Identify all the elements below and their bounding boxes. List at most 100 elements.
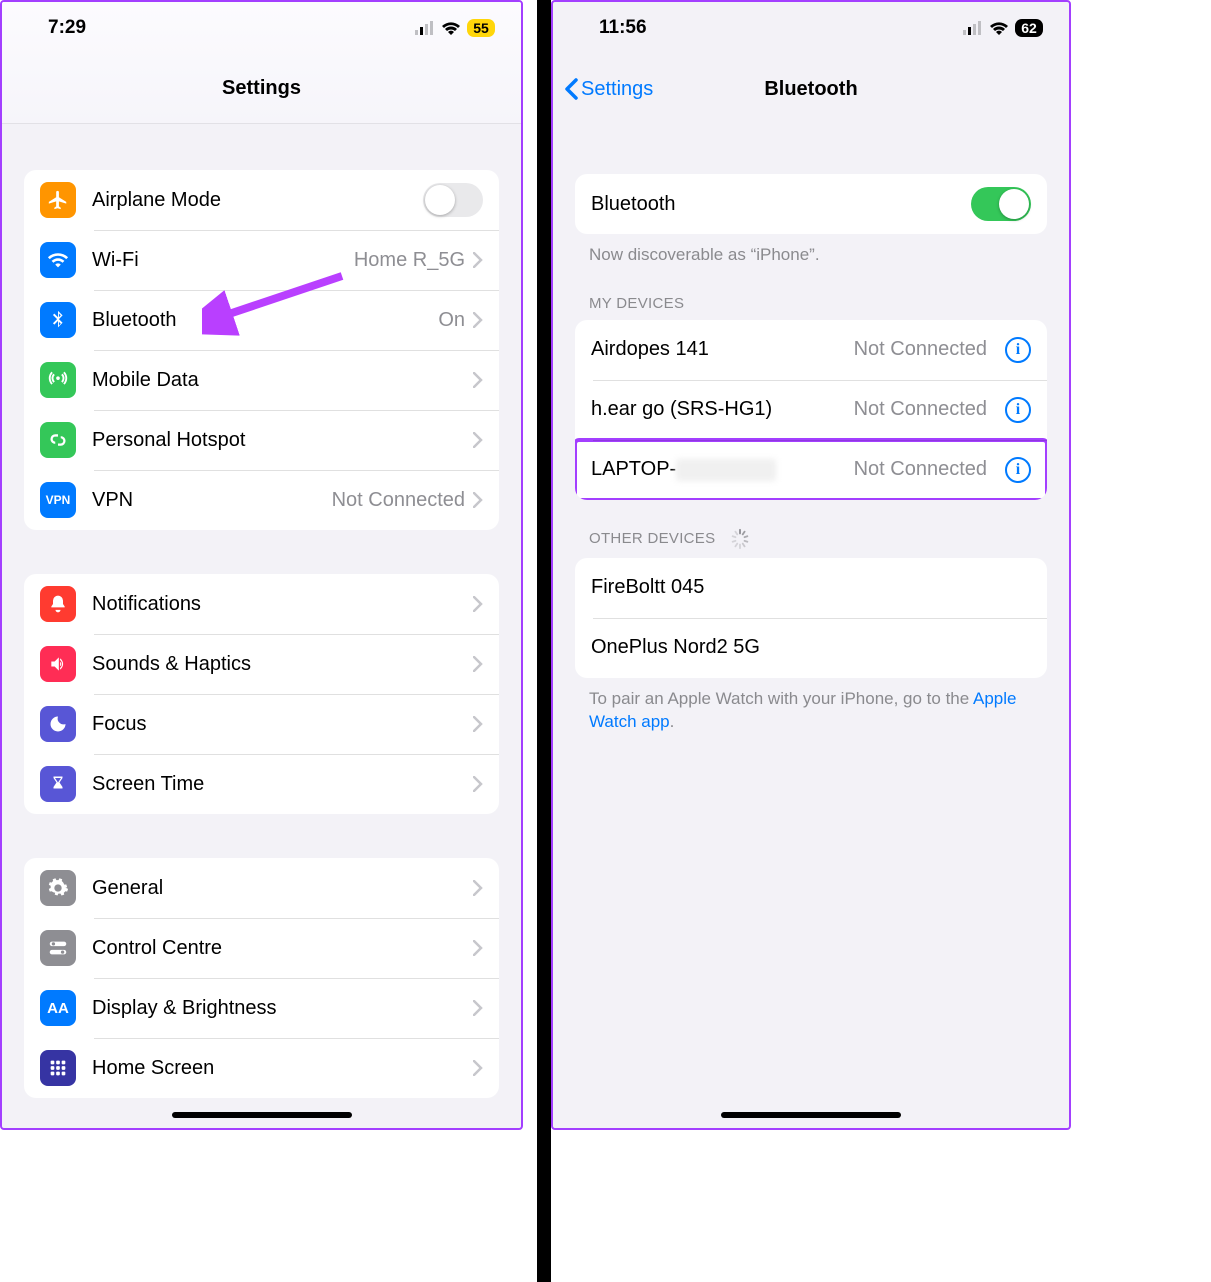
chevron-right-icon bbox=[473, 776, 483, 792]
device-status: Not Connected bbox=[854, 458, 987, 481]
row-label: Personal Hotspot bbox=[92, 429, 473, 452]
redacted-text bbox=[676, 459, 776, 481]
device-row-laptop[interactable]: LAPTOP- Not Connected i bbox=[575, 440, 1047, 500]
info-icon[interactable]: i bbox=[1005, 337, 1031, 363]
bluetooth-toggle[interactable] bbox=[971, 187, 1031, 221]
row-label: Bluetooth bbox=[92, 309, 438, 332]
other-devices-group: FireBoltt 045 OnePlus Nord2 5G bbox=[575, 558, 1047, 678]
chevron-right-icon bbox=[473, 880, 483, 896]
speaker-icon bbox=[40, 646, 76, 682]
grid-icon bbox=[40, 1050, 76, 1086]
chevron-right-icon bbox=[473, 940, 483, 956]
status-bar: 7:29 55 bbox=[2, 2, 521, 54]
row-label: Notifications bbox=[92, 593, 473, 616]
device-row[interactable]: Airdopes 141 Not Connected i bbox=[575, 320, 1047, 380]
status-time: 7:29 bbox=[48, 17, 86, 39]
settings-group-connectivity: Airplane Mode Wi-Fi Home R_5G Bluetooth bbox=[24, 170, 499, 530]
row-bluetooth[interactable]: Bluetooth On bbox=[24, 290, 499, 350]
back-button[interactable]: Settings bbox=[563, 78, 653, 101]
back-label: Settings bbox=[581, 78, 653, 101]
row-label: Mobile Data bbox=[92, 369, 473, 392]
row-display[interactable]: AA Display & Brightness bbox=[24, 978, 499, 1038]
battery-indicator: 55 bbox=[467, 19, 495, 37]
gear-icon bbox=[40, 870, 76, 906]
chevron-right-icon bbox=[473, 492, 483, 508]
info-icon[interactable]: i bbox=[1005, 397, 1031, 423]
row-value: Not Connected bbox=[332, 489, 465, 512]
chevron-right-icon bbox=[473, 716, 483, 732]
section-my-devices: MY DEVICES bbox=[553, 267, 1069, 320]
device-name: h.ear go (SRS-HG1) bbox=[591, 398, 854, 421]
aa-icon: AA bbox=[40, 990, 76, 1026]
row-notifications[interactable]: Notifications bbox=[24, 574, 499, 634]
hotspot-icon bbox=[40, 422, 76, 458]
device-row[interactable]: FireBoltt 045 bbox=[575, 558, 1047, 618]
wifi-icon bbox=[40, 242, 76, 278]
spinner-icon bbox=[729, 528, 751, 550]
settings-group-notifications: Notifications Sounds & Haptics Focus bbox=[24, 574, 499, 814]
vpn-icon: VPN bbox=[40, 482, 76, 518]
chevron-right-icon bbox=[473, 596, 483, 612]
chevron-right-icon bbox=[473, 372, 483, 388]
airplane-icon bbox=[40, 182, 76, 218]
settings-group-general: General Control Centre AA Display & Brig… bbox=[24, 858, 499, 1098]
switches-icon bbox=[40, 930, 76, 966]
row-bluetooth-toggle[interactable]: Bluetooth bbox=[575, 174, 1047, 234]
cellular-icon bbox=[963, 21, 983, 35]
chevron-right-icon bbox=[473, 656, 483, 672]
cellular-icon bbox=[415, 21, 435, 35]
row-general[interactable]: General bbox=[24, 858, 499, 918]
row-label: VPN bbox=[92, 489, 332, 512]
row-label: Screen Time bbox=[92, 773, 473, 796]
row-sounds[interactable]: Sounds & Haptics bbox=[24, 634, 499, 694]
bluetooth-toggle-group: Bluetooth bbox=[575, 174, 1047, 234]
device-name: OnePlus Nord2 5G bbox=[591, 636, 1031, 659]
row-wifi[interactable]: Wi-Fi Home R_5G bbox=[24, 230, 499, 290]
row-airplane-mode[interactable]: Airplane Mode bbox=[24, 170, 499, 230]
row-control-centre[interactable]: Control Centre bbox=[24, 918, 499, 978]
airplane-toggle[interactable] bbox=[423, 183, 483, 217]
row-label: Bluetooth bbox=[591, 193, 971, 216]
status-time: 11:56 bbox=[599, 17, 647, 39]
row-focus[interactable]: Focus bbox=[24, 694, 499, 754]
home-indicator bbox=[721, 1112, 901, 1118]
my-devices-group: Airdopes 141 Not Connected i h.ear go (S… bbox=[575, 320, 1047, 500]
row-label: Home Screen bbox=[92, 1057, 473, 1080]
antenna-icon bbox=[40, 362, 76, 398]
moon-icon bbox=[40, 706, 76, 742]
info-icon[interactable]: i bbox=[1005, 457, 1031, 483]
wifi-icon bbox=[989, 21, 1009, 36]
wifi-icon bbox=[441, 21, 461, 36]
hourglass-icon bbox=[40, 766, 76, 802]
chevron-right-icon bbox=[473, 1000, 483, 1016]
home-indicator bbox=[172, 1112, 352, 1118]
chevron-right-icon bbox=[473, 1060, 483, 1076]
row-home-screen[interactable]: Home Screen bbox=[24, 1038, 499, 1098]
discoverable-text: Now discoverable as “iPhone”. bbox=[553, 234, 1069, 267]
row-label: Airplane Mode bbox=[92, 189, 423, 212]
device-name: LAPTOP- bbox=[591, 458, 854, 481]
row-label: General bbox=[92, 877, 473, 900]
nav-bar: Settings Bluetooth bbox=[553, 54, 1069, 124]
row-value: On bbox=[438, 309, 465, 332]
status-bar: 11:56 62 bbox=[553, 2, 1069, 54]
device-name: FireBoltt 045 bbox=[591, 576, 1031, 599]
bluetooth-screen: 11:56 62 Settings Bluetooth B bbox=[551, 0, 1071, 1130]
row-label: Control Centre bbox=[92, 937, 473, 960]
pair-watch-footer: To pair an Apple Watch with your iPhone,… bbox=[553, 678, 1069, 734]
device-row[interactable]: h.ear go (SRS-HG1) Not Connected i bbox=[575, 380, 1047, 440]
settings-screen: 7:29 55 Settings Ai bbox=[0, 0, 523, 1130]
row-mobile-data[interactable]: Mobile Data bbox=[24, 350, 499, 410]
row-label: Focus bbox=[92, 713, 473, 736]
row-screen-time[interactable]: Screen Time bbox=[24, 754, 499, 814]
bluetooth-icon bbox=[40, 302, 76, 338]
row-label: Sounds & Haptics bbox=[92, 653, 473, 676]
device-name: Airdopes 141 bbox=[591, 338, 854, 361]
row-label: Display & Brightness bbox=[92, 997, 473, 1020]
row-vpn[interactable]: VPN VPN Not Connected bbox=[24, 470, 499, 530]
bell-icon bbox=[40, 586, 76, 622]
row-personal-hotspot[interactable]: Personal Hotspot bbox=[24, 410, 499, 470]
row-label: Wi-Fi bbox=[92, 249, 354, 272]
row-value: Home R_5G bbox=[354, 249, 465, 272]
device-row[interactable]: OnePlus Nord2 5G bbox=[575, 618, 1047, 678]
